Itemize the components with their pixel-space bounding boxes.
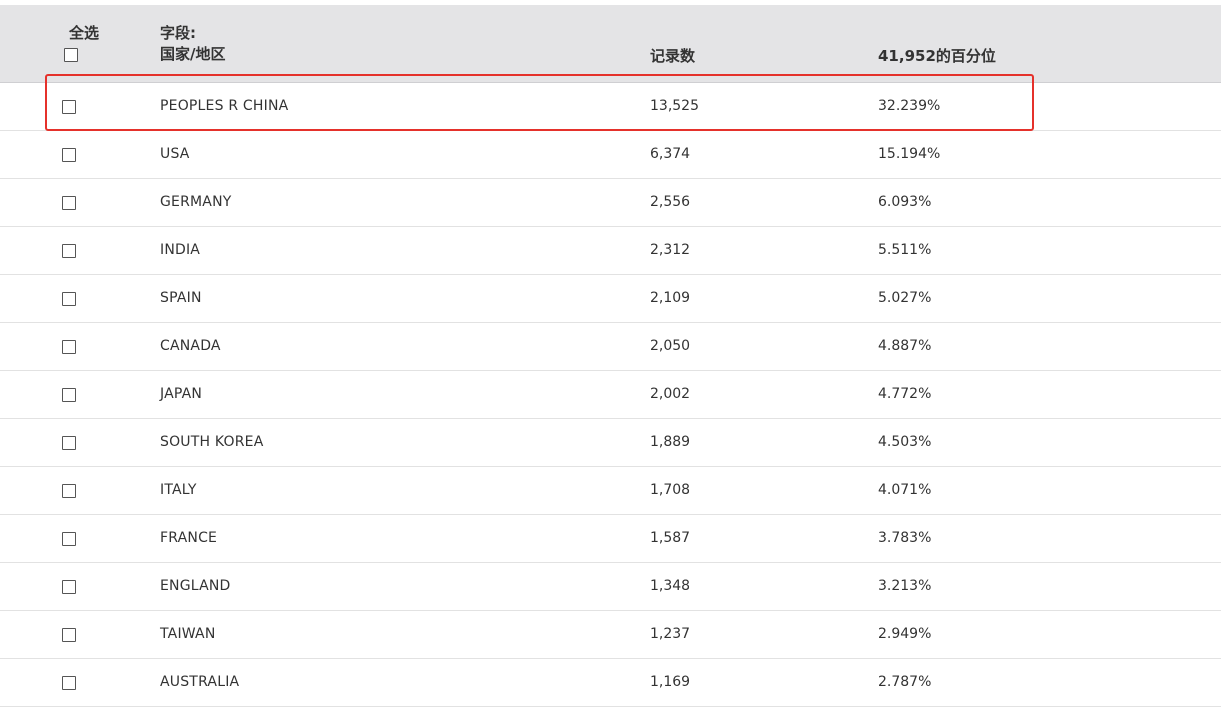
record-count-header: 记录数 xyxy=(650,47,696,65)
record-count: 1,348 xyxy=(650,578,691,594)
record-count: 1,237 xyxy=(650,626,691,642)
table-body: PEOPLES R CHINA 13,525 32.239% USA 6,374 15.1… xyxy=(0,83,1221,707)
record-count: 1,169 xyxy=(650,674,691,690)
row-checkbox[interactable] xyxy=(62,580,76,594)
country-name: INDIA xyxy=(160,242,201,258)
country-name: ENGLAND xyxy=(160,578,231,594)
select-all-label: 全选 xyxy=(69,24,100,42)
row-checkbox[interactable] xyxy=(62,388,76,402)
row-checkbox[interactable] xyxy=(62,100,76,114)
record-count: 1,587 xyxy=(650,530,691,546)
country-name: JAPAN xyxy=(160,386,203,402)
table-row: SOUTH KOREA 1,889 4.503% xyxy=(0,419,1221,467)
country-name: GERMANY xyxy=(160,194,232,210)
results-table: 全选 字段: 国家/地区 记录数 41,952的百分位 PEOPLES R CH… xyxy=(0,5,1221,707)
country-name: AUSTRALIA xyxy=(160,674,240,690)
country-name: SPAIN xyxy=(160,290,202,306)
row-checkbox[interactable] xyxy=(62,484,76,498)
row-checkbox[interactable] xyxy=(62,436,76,450)
record-count: 2,312 xyxy=(650,242,691,258)
percentage-value: 5.511% xyxy=(878,242,932,258)
table-row: CANADA 2,050 4.887% xyxy=(0,323,1221,371)
percentage-value: 5.027% xyxy=(878,290,932,306)
record-count: 1,708 xyxy=(650,482,691,498)
table-row: PEOPLES R CHINA 13,525 32.239% xyxy=(0,83,1221,131)
country-name: PEOPLES R CHINA xyxy=(160,98,289,114)
table-row: AUSTRALIA 1,169 2.787% xyxy=(0,659,1221,707)
country-name: SOUTH KOREA xyxy=(160,434,264,450)
percentage-value: 3.213% xyxy=(878,578,932,594)
row-checkbox[interactable] xyxy=(62,532,76,546)
percentage-value: 2.949% xyxy=(878,626,932,642)
percentage-header: 41,952的百分位 xyxy=(878,47,996,65)
table-row: JAPAN 2,002 4.772% xyxy=(0,371,1221,419)
percentage-value: 32.239% xyxy=(878,98,941,114)
record-count: 2,002 xyxy=(650,386,691,402)
country-name: CANADA xyxy=(160,338,221,354)
select-all-checkbox[interactable] xyxy=(64,48,78,62)
percentage-value: 4.772% xyxy=(878,386,932,402)
country-name: ITALY xyxy=(160,482,197,498)
table-row: GERMANY 2,556 6.093% xyxy=(0,179,1221,227)
record-count: 6,374 xyxy=(650,146,691,162)
table-row: INDIA 2,312 5.511% xyxy=(0,227,1221,275)
row-checkbox[interactable] xyxy=(62,676,76,690)
row-checkbox[interactable] xyxy=(62,148,76,162)
percentage-value: 4.887% xyxy=(878,338,932,354)
percentage-value: 4.503% xyxy=(878,434,932,450)
row-checkbox[interactable] xyxy=(62,196,76,210)
percentage-value: 4.071% xyxy=(878,482,932,498)
table-row: FRANCE 1,587 3.783% xyxy=(0,515,1221,563)
record-count: 2,109 xyxy=(650,290,691,306)
table-header: 全选 字段: 国家/地区 记录数 41,952的百分位 xyxy=(0,5,1221,83)
country-name: TAIWAN xyxy=(160,626,216,642)
row-checkbox[interactable] xyxy=(62,244,76,258)
record-count: 1,889 xyxy=(650,434,691,450)
country-name: USA xyxy=(160,146,190,162)
table-row: TAIWAN 1,237 2.949% xyxy=(0,611,1221,659)
row-checkbox[interactable] xyxy=(62,292,76,306)
row-checkbox[interactable] xyxy=(62,340,76,354)
record-count: 2,050 xyxy=(650,338,691,354)
row-checkbox[interactable] xyxy=(62,628,76,642)
table-row: ENGLAND 1,348 3.213% xyxy=(0,563,1221,611)
percentage-value: 6.093% xyxy=(878,194,932,210)
field-name-header: 国家/地区 xyxy=(160,45,226,63)
country-name: FRANCE xyxy=(160,530,218,546)
record-count: 13,525 xyxy=(650,98,699,114)
percentage-value: 2.787% xyxy=(878,674,932,690)
table-row: USA 6,374 15.194% xyxy=(0,131,1221,179)
table-row: ITALY 1,708 4.071% xyxy=(0,467,1221,515)
record-count: 2,556 xyxy=(650,194,691,210)
table-row: SPAIN 2,109 5.027% xyxy=(0,275,1221,323)
percentage-value: 3.783% xyxy=(878,530,932,546)
percentage-value: 15.194% xyxy=(878,146,941,162)
field-prefix-label: 字段: xyxy=(160,24,196,42)
